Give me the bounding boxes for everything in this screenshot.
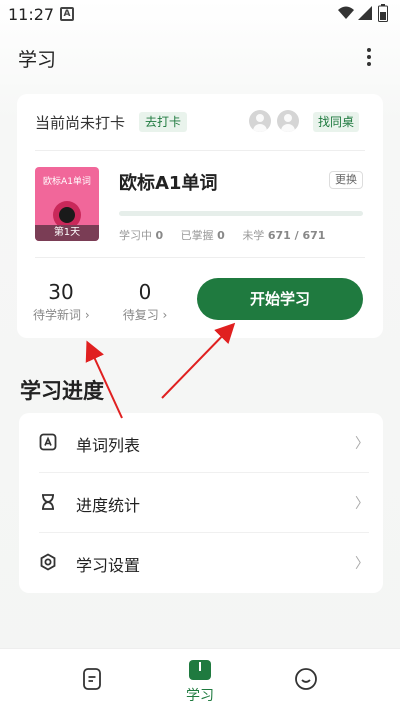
nav-study[interactable]: 学习 bbox=[170, 649, 230, 710]
status-time: 11:27 bbox=[8, 5, 55, 24]
document-icon bbox=[83, 668, 101, 690]
hourglass-icon bbox=[42, 494, 54, 510]
status-bar: 11:27 A bbox=[0, 0, 400, 28]
divider bbox=[35, 257, 365, 258]
mastered-value: 0 bbox=[217, 229, 225, 242]
progress-menu: 单词列表 〉 进度统计 〉 学习设置 〉 bbox=[19, 413, 383, 593]
book-icon bbox=[189, 660, 211, 680]
learning-value: 0 bbox=[155, 229, 164, 242]
more-options-icon[interactable] bbox=[360, 46, 378, 68]
checkin-status: 当前尚未打卡 bbox=[35, 114, 126, 132]
review-count[interactable]: 0 bbox=[113, 280, 177, 304]
wordbook-progress-bar bbox=[119, 211, 363, 216]
wifi-icon bbox=[338, 6, 354, 19]
menu-item-label: 单词列表 bbox=[76, 436, 141, 455]
wordbook-cover[interactable]: 欧标A1单词 第1天 bbox=[35, 167, 99, 241]
nav-study-label: 学习 bbox=[186, 688, 214, 704]
notification-a-icon: A bbox=[60, 7, 74, 21]
start-learning-button[interactable]: 开始学习 bbox=[197, 278, 363, 320]
study-card: 当前尚未打卡 去打卡 找同桌 欧标A1单词 第1天 欧标A1单词 更换 学习中 … bbox=[17, 94, 383, 338]
menu-item-word-list[interactable]: 单词列表 〉 bbox=[19, 413, 383, 473]
unlearned-label: 未学 bbox=[242, 229, 265, 242]
chevron-right-icon: 〉 bbox=[355, 556, 369, 572]
settings-icon bbox=[40, 553, 56, 571]
avatar[interactable] bbox=[249, 110, 271, 132]
divider bbox=[35, 150, 365, 151]
review-label[interactable]: 待复习 › bbox=[113, 306, 177, 323]
signal-icon bbox=[358, 6, 372, 20]
swap-wordbook-button[interactable]: 更换 bbox=[329, 171, 363, 189]
avatar[interactable] bbox=[277, 110, 299, 132]
wordbook-day-badge: 第1天 bbox=[35, 225, 99, 241]
chevron-right-icon: 〉 bbox=[355, 496, 369, 512]
bottom-nav: 学习 bbox=[0, 648, 400, 710]
checkin-button[interactable]: 去打卡 bbox=[139, 112, 188, 132]
mastered-label: 已掌握 bbox=[180, 229, 214, 242]
page-title: 学习 bbox=[18, 49, 57, 71]
menu-item-label: 进度统计 bbox=[76, 496, 141, 515]
new-words-count[interactable]: 30 bbox=[33, 280, 89, 304]
section-title: 学习进度 bbox=[20, 379, 104, 403]
find-deskmate-button[interactable]: 找同桌 bbox=[313, 112, 360, 132]
new-words-label[interactable]: 待学新词 › bbox=[33, 306, 90, 323]
chevron-right-icon: 〉 bbox=[355, 436, 369, 452]
nav-profile[interactable] bbox=[276, 649, 336, 710]
learning-label: 学习中 bbox=[119, 229, 152, 242]
cover-decoration bbox=[59, 207, 75, 223]
battery-icon bbox=[378, 4, 388, 22]
wordbook-stats: 学习中 0 已掌握 0 未学 671 / 671 bbox=[119, 227, 339, 243]
wordbook-cover-title: 欧标A1单词 bbox=[43, 177, 91, 187]
nav-notes[interactable] bbox=[62, 649, 122, 710]
smiley-icon bbox=[295, 668, 317, 690]
word-list-icon bbox=[39, 433, 57, 451]
menu-item-study-settings[interactable]: 学习设置 〉 bbox=[19, 533, 383, 593]
menu-item-label: 学习设置 bbox=[76, 556, 141, 575]
menu-item-progress-stats[interactable]: 进度统计 〉 bbox=[19, 473, 383, 533]
unlearned-value: 671 / 671 bbox=[267, 229, 326, 242]
wordbook-name: 欧标A1单词 bbox=[119, 173, 218, 194]
